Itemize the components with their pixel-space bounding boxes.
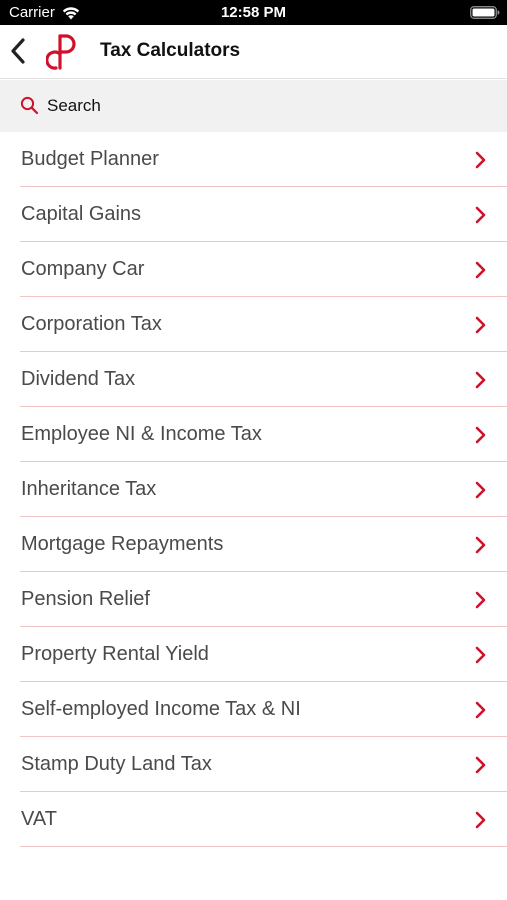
list-item-vat[interactable]: VAT xyxy=(20,792,507,847)
list-item-label: Dividend Tax xyxy=(21,368,136,390)
list-item-label: Self-employed Income Tax & NI xyxy=(21,698,301,720)
list-item-pension-relief[interactable]: Pension Relief xyxy=(20,572,507,627)
status-bar: Carrier 12:58 PM xyxy=(0,0,507,25)
chevron-right-icon xyxy=(475,646,486,664)
chevron-right-icon xyxy=(475,536,486,554)
list-item-label: Property Rental Yield xyxy=(21,643,209,665)
page-title: Tax Calculators xyxy=(100,40,241,61)
calculator-list: Budget Planner Capital Gains Company Car… xyxy=(0,132,507,847)
chevron-right-icon xyxy=(475,261,486,279)
list-item-label: Stamp Duty Land Tax xyxy=(21,753,212,775)
list-item-label: Mortgage Repayments xyxy=(21,533,224,555)
list-item-label: Inheritance Tax xyxy=(21,478,157,500)
chevron-right-icon xyxy=(475,371,486,389)
list-item-label: VAT xyxy=(21,808,57,830)
list-item-dividend-tax[interactable]: Dividend Tax xyxy=(20,352,507,407)
list-item-inheritance-tax[interactable]: Inheritance Tax xyxy=(20,462,507,517)
list-item-self-employed-income-tax-ni[interactable]: Self-employed Income Tax & NI xyxy=(20,682,507,737)
list-item-property-rental-yield[interactable]: Property Rental Yield xyxy=(20,627,507,682)
chevron-right-icon xyxy=(475,481,486,499)
list-item-label: Capital Gains xyxy=(21,203,142,225)
list-item-label: Corporation Tax xyxy=(21,313,162,335)
clock: 12:58 PM xyxy=(220,4,287,21)
battery-icon xyxy=(470,6,500,19)
search-input[interactable] xyxy=(47,94,467,118)
chevron-left-icon[interactable] xyxy=(8,35,32,67)
list-item-employee-ni-income-tax[interactable]: Employee NI & Income Tax xyxy=(20,407,507,462)
list-item-mortgage-repayments[interactable]: Mortgage Repayments xyxy=(20,517,507,572)
list-item-label: Company Car xyxy=(21,258,145,280)
chevron-right-icon xyxy=(475,151,486,169)
list-item-budget-planner[interactable]: Budget Planner xyxy=(20,132,507,187)
chevron-right-icon xyxy=(475,701,486,719)
list-item-company-car[interactable]: Company Car xyxy=(20,242,507,297)
list-item-label: Pension Relief xyxy=(21,588,150,610)
app-logo xyxy=(46,34,76,70)
navigation-bar: Tax Calculators xyxy=(0,25,507,79)
chevron-right-icon xyxy=(475,206,486,224)
list-item-label: Employee NI & Income Tax xyxy=(21,423,262,445)
search-icon xyxy=(20,96,39,115)
list-item-capital-gains[interactable]: Capital Gains xyxy=(20,187,507,242)
chevron-right-icon xyxy=(475,811,486,829)
chevron-right-icon xyxy=(475,591,486,609)
list-item-stamp-duty-land-tax[interactable]: Stamp Duty Land Tax xyxy=(20,737,507,792)
chevron-right-icon xyxy=(475,426,486,444)
chevron-right-icon xyxy=(475,756,486,774)
list-item-label: Budget Planner xyxy=(21,148,159,170)
search-bar[interactable] xyxy=(0,80,507,132)
list-item-corporation-tax[interactable]: Corporation Tax xyxy=(20,297,507,352)
chevron-right-icon xyxy=(475,316,486,334)
